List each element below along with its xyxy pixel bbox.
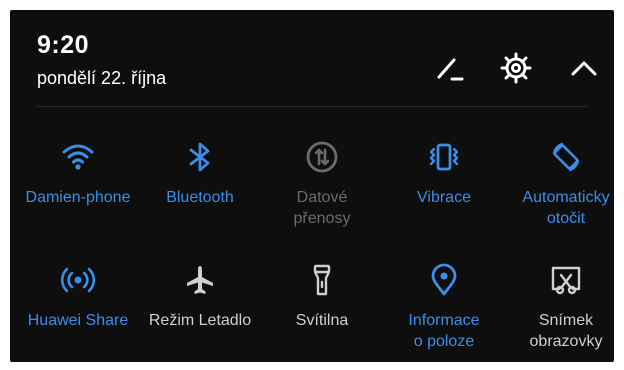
tile-location[interactable]: Informace o poloze xyxy=(383,260,505,352)
tile-auto-rotate[interactable]: Automaticky otočit xyxy=(505,137,614,229)
tile-label: Bluetooth xyxy=(166,189,234,206)
collapse-button[interactable] xyxy=(566,50,602,86)
airplane-icon xyxy=(187,266,213,294)
tile-label: Režim Letadlo xyxy=(148,312,252,329)
tile-airplane[interactable]: Režim Letadlo xyxy=(139,260,261,331)
tile-label: Svítilna xyxy=(295,312,349,329)
location-icon xyxy=(431,263,457,296)
tile-wifi[interactable]: Damien-phone xyxy=(17,137,139,208)
huawei-share-icon xyxy=(60,267,96,293)
tile-label: Huawei Share xyxy=(27,312,129,329)
tile-screenshot[interactable]: Snímek obrazovky xyxy=(505,260,614,352)
tile-bluetooth[interactable]: Bluetooth xyxy=(139,137,261,208)
edit-button[interactable] xyxy=(431,50,467,86)
tile-label: Automaticky otočit xyxy=(522,189,610,227)
tile-label: Damien-phone xyxy=(25,189,131,206)
tile-mobile-data[interactable]: Datové přenosy xyxy=(261,137,383,229)
flashlight-icon xyxy=(313,264,331,296)
vibrate-icon xyxy=(429,143,459,171)
clock-time: 9:20 xyxy=(37,31,90,59)
header-divider xyxy=(37,106,587,107)
edit-icon xyxy=(437,58,464,81)
tile-huawei-share[interactable]: Huawei Share xyxy=(17,260,139,331)
mobile-data-icon xyxy=(306,141,338,173)
settings-gear-icon xyxy=(500,52,532,84)
bluetooth-icon xyxy=(189,142,210,172)
wifi-icon xyxy=(62,144,94,170)
auto-rotate-icon xyxy=(552,142,580,172)
screenshot-icon xyxy=(551,266,581,295)
tile-label: Vibrace xyxy=(417,189,471,206)
settings-button[interactable] xyxy=(498,50,534,86)
tile-flashlight[interactable]: Svítilna xyxy=(261,260,383,331)
quick-settings-panel: 9:20 pondělí 22. října Damien-phone Blue… xyxy=(10,10,614,362)
current-date: pondělí 22. října xyxy=(37,68,167,88)
tile-vibration[interactable]: Vibrace xyxy=(383,137,505,208)
tile-label: Snímek obrazovky xyxy=(529,312,603,350)
tile-label: Datové přenosy xyxy=(293,189,351,227)
tile-label: Informace o poloze xyxy=(408,312,480,350)
collapse-chevron-up-icon xyxy=(571,61,597,76)
